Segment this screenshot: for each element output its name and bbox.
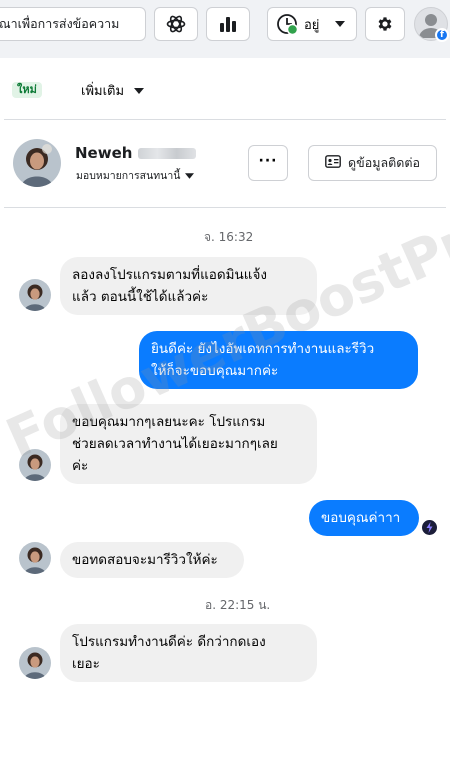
assign-conversation-dropdown[interactable]: มอบหมายการสนทนานี้	[76, 167, 195, 184]
status-label: อยู่	[304, 17, 320, 33]
incoming-message[interactable]: ลองลงโปรแกรมตามที่แอดมินแจ้ง แล้ว ตอนนี้…	[60, 257, 317, 315]
meta-ai-button[interactable]	[154, 7, 198, 41]
new-tag[interactable]: ใหม่	[12, 82, 42, 98]
meta-ai-icon	[166, 14, 186, 34]
incoming-message[interactable]: ขอทดสอบจะมารีวิวให้ค่ะ	[60, 542, 244, 578]
status-dropdown[interactable]: อยู่	[267, 7, 357, 41]
contact-name: Neweh	[75, 144, 197, 162]
message-line: ช่วยลดเวลาทำงานได้เยอะมากๆเลย	[72, 436, 278, 452]
outgoing-message[interactable]: ยินดีค่ะ ยังไงอัพเดทการทำงานและรีวิว ให้…	[139, 331, 418, 389]
view-contact-info-label: ดูข้อมูลติดต่อ	[348, 155, 420, 170]
caret-down-icon	[185, 170, 195, 182]
assign-label: มอบหมายการสนทนานี้	[76, 170, 181, 182]
timestamp: จ. 16:32	[204, 230, 254, 244]
incoming-message[interactable]: โปรแกรมทำงานดีค่ะ ดีกว่ากดเอง เยอะ	[60, 624, 317, 682]
incoming-message[interactable]: ขอบคุณมากๆเลยนะคะ โปรแกรม ช่วยลดเวลาทำงา…	[60, 404, 317, 484]
contact-name-text: Neweh	[75, 144, 133, 162]
insights-button[interactable]	[206, 7, 250, 41]
user-avatar[interactable]: f	[414, 7, 449, 42]
seen-avatar-icon	[422, 520, 437, 535]
sender-avatar[interactable]	[19, 647, 51, 679]
settings-button[interactable]	[365, 7, 405, 41]
view-contact-info-button[interactable]: ดูข้อมูลติดต่อ	[308, 145, 437, 181]
status-clock-icon	[276, 13, 298, 35]
sender-avatar[interactable]	[19, 449, 51, 481]
message-line: แล้ว ตอนนี้ใช้ได้แล้วค่ะ	[72, 289, 209, 305]
message-line: ค่ะ	[72, 458, 89, 474]
more-filter-label: เพิ่มเติม	[81, 84, 125, 99]
sender-avatar[interactable]	[19, 279, 51, 311]
message-line: โปรแกรมทำงานดีค่ะ ดีกว่ากดเอง	[72, 634, 266, 650]
gear-icon	[376, 15, 394, 33]
conversation-header: Neweh มอบหมายการสนทนานี้ ··· ดูข้อมูลติด…	[0, 120, 450, 208]
insights-icon	[219, 15, 237, 33]
message-line: เยอะ	[72, 656, 100, 672]
facebook-badge-icon: f	[435, 28, 449, 42]
message-line: ให้ก็จะขอบคุณมากค่ะ	[151, 363, 279, 379]
sender-avatar[interactable]	[19, 542, 51, 574]
more-options-button[interactable]: ···	[248, 145, 288, 181]
id-card-icon	[325, 155, 341, 171]
divider	[4, 207, 446, 208]
contact-avatar[interactable]	[13, 139, 61, 187]
message-line: ขอทดสอบจะมารีวิวให้ค่ะ	[72, 552, 218, 568]
timestamp: อ. 22:15 น.	[205, 598, 271, 612]
outgoing-message[interactable]: ขอบคุณค่าาา	[309, 500, 419, 536]
redacted-surname	[138, 147, 197, 159]
message-line: ลองลงโปรแกรมตามที่แอดมินแจ้ง	[72, 267, 267, 283]
message-line: ยินดีค่ะ ยังไงอัพเดทการทำงานและรีวิว	[151, 341, 375, 357]
top-toolbar: ณาเพื่อการส่งข้อความ อยู่ f	[0, 0, 450, 58]
message-line: ขอบคุณมากๆเลยนะคะ โปรแกรม	[72, 414, 266, 430]
caret-down-icon	[134, 83, 145, 98]
search-input[interactable]: ณาเพื่อการส่งข้อความ	[0, 7, 146, 41]
more-filter-dropdown[interactable]: เพิ่มเติม	[81, 80, 145, 101]
caret-down-icon	[335, 21, 346, 27]
message-line: ขอบคุณค่าาา	[321, 510, 401, 526]
filter-row: ใหม่ เพิ่มเติม	[0, 58, 450, 120]
